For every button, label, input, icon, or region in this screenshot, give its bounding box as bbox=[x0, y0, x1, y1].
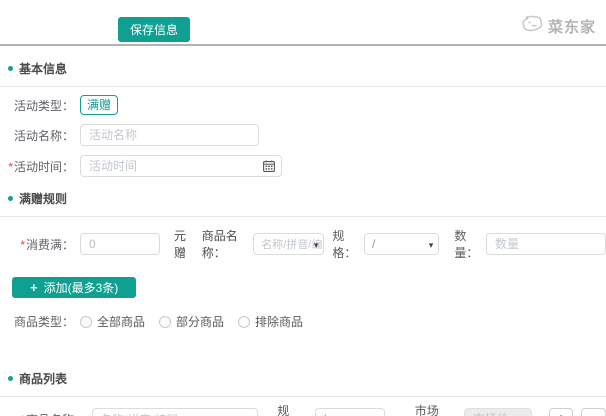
add-row-button[interactable]: + bbox=[549, 408, 574, 416]
yuan-gift-label: 元赠 bbox=[174, 227, 194, 261]
mascot-icon bbox=[520, 14, 544, 39]
brand-logo: 菜东家 bbox=[520, 14, 596, 39]
product-type-row: 商品类型： 全部商品 部分商品 排除商品 bbox=[8, 313, 606, 330]
form-area: 基本信息 活动类型： 满赠 活动名称： *活动时间： bbox=[0, 60, 606, 416]
radio-icon bbox=[159, 316, 171, 328]
rule-row: *消费满： 元赠 商品名称： 名称/拼音/编码 ▾ 规格： / ▾ 数量： bbox=[8, 227, 606, 261]
bullet-icon bbox=[8, 376, 13, 381]
section-title-products-text: 商品列表 bbox=[19, 370, 67, 387]
qty-input[interactable] bbox=[486, 233, 606, 255]
required-mark: * bbox=[20, 238, 25, 252]
plus-icon: + bbox=[557, 412, 566, 416]
activity-time-input[interactable] bbox=[80, 155, 282, 177]
save-button[interactable]: 保存信息 bbox=[118, 17, 190, 42]
bullet-icon bbox=[8, 196, 13, 201]
plus-icon: + bbox=[30, 281, 38, 294]
required-mark: * bbox=[8, 160, 13, 174]
radio-partial-products[interactable]: 部分商品 bbox=[159, 313, 224, 330]
section-title-products: 商品列表 bbox=[8, 370, 606, 387]
activity-name-label: 活动名称： bbox=[8, 127, 74, 144]
product-name-label: *商品名称： bbox=[8, 411, 86, 416]
section-divider bbox=[0, 396, 606, 397]
section-title-basic-text: 基本信息 bbox=[19, 60, 67, 77]
page: 保存信息 菜东家 基本信息 活动类型： 满赠 活动名称： bbox=[0, 0, 606, 416]
add-rule-button[interactable]: + 添加(最多3条) bbox=[12, 277, 136, 298]
spend-amount-input[interactable] bbox=[80, 233, 160, 255]
bullet-icon bbox=[8, 66, 13, 71]
product-type-label: 商品类型： bbox=[8, 313, 74, 330]
activity-type-label: 活动类型： bbox=[8, 97, 74, 114]
spec-select[interactable]: / ▾ bbox=[315, 408, 385, 416]
radio-icon bbox=[238, 316, 250, 328]
chevron-down-icon: ▾ bbox=[429, 240, 434, 250]
gift-product-name-label: 商品名称： bbox=[202, 227, 251, 261]
market-price-label: 市场价： bbox=[415, 402, 462, 416]
qty-label: 数量： bbox=[454, 227, 484, 261]
activity-name-row: 活动名称： bbox=[8, 124, 606, 146]
chevron-down-icon: ▾ bbox=[314, 240, 319, 250]
minus-icon: − bbox=[589, 412, 598, 416]
section-divider bbox=[0, 216, 606, 217]
header: 保存信息 菜东家 bbox=[0, 0, 606, 46]
spend-label: *消费满： bbox=[8, 236, 74, 253]
section-title-basic: 基本信息 bbox=[8, 60, 606, 77]
gift-spec-select[interactable]: / ▾ bbox=[364, 233, 439, 255]
market-price-input bbox=[464, 408, 532, 416]
activity-type-tag[interactable]: 满赠 bbox=[80, 95, 118, 115]
gift-spec-label: 规格： bbox=[332, 227, 362, 261]
gift-product-select[interactable]: 名称/拼音/编码 ▾ bbox=[253, 233, 324, 255]
activity-time-row: *活动时间： bbox=[8, 155, 606, 177]
radio-icon bbox=[80, 316, 92, 328]
radio-all-products[interactable]: 全部商品 bbox=[80, 313, 145, 330]
activity-name-input[interactable] bbox=[80, 124, 259, 146]
activity-time-label: *活动时间： bbox=[8, 158, 74, 175]
section-divider bbox=[0, 86, 606, 87]
required-mark: * bbox=[20, 413, 25, 416]
brand-name: 菜东家 bbox=[548, 16, 596, 37]
section-title-rule-text: 满赠规则 bbox=[19, 190, 67, 207]
activity-type-row: 活动类型： 满赠 bbox=[8, 95, 606, 115]
spec-label: 规格： bbox=[277, 402, 312, 416]
product-list-row: *商品名称： 名称/拼音/编码 ▾ 规格： / ▾ 市场价： + − bbox=[8, 402, 606, 416]
section-title-rule: 满赠规则 bbox=[8, 190, 606, 207]
remove-row-button[interactable]: − bbox=[581, 408, 606, 416]
product-name-select[interactable]: 名称/拼音/编码 ▾ bbox=[92, 408, 258, 416]
radio-exclude-products[interactable]: 排除商品 bbox=[238, 313, 303, 330]
